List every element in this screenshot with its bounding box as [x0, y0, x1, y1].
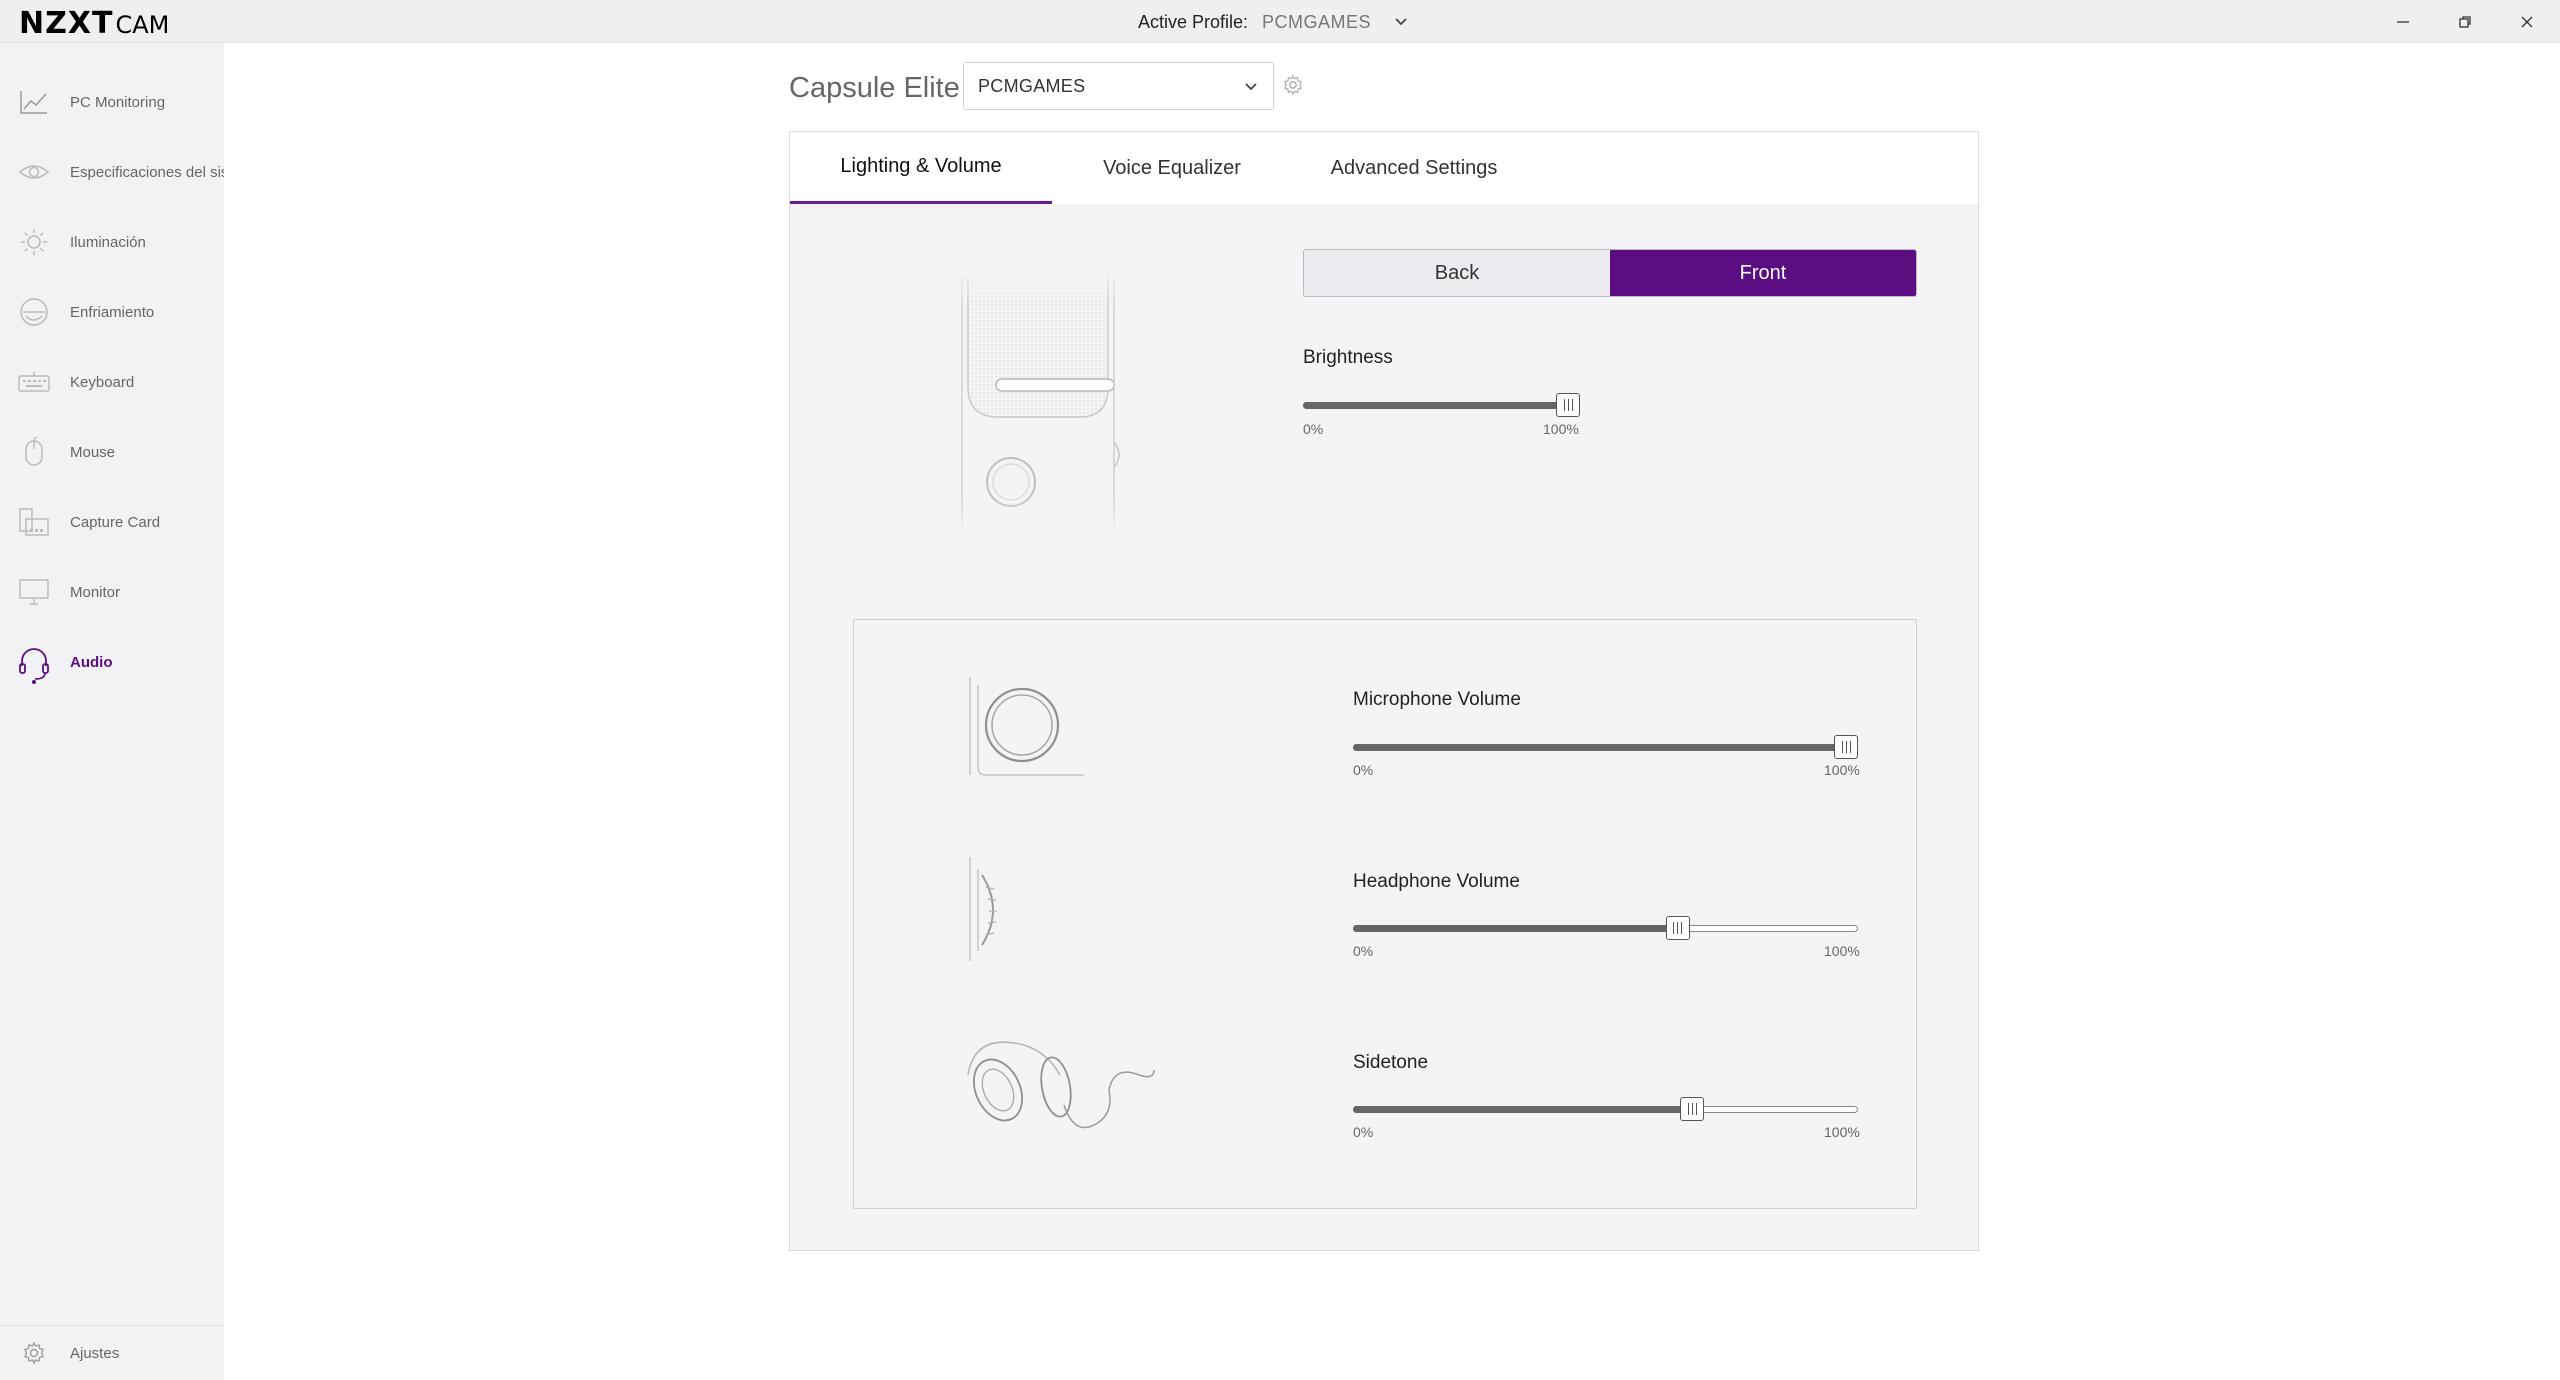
nzxt-cam-logo: NZXT CAM: [19, 6, 170, 41]
light-side-toggle: Back Front: [1303, 249, 1917, 297]
sidebar-item-monitor[interactable]: Monitor: [0, 569, 224, 615]
active-profile-dropdown[interactable]: Active Profile: PCMGAMES: [1138, 10, 1411, 34]
gear-icon: [18, 1338, 50, 1368]
profile-select-value: PCMGAMES: [978, 76, 1086, 96]
device-panel: Lighting & Volume Voice Equalizer Advanc…: [789, 131, 1979, 1251]
brightness-min-label: 0%: [1303, 421, 1324, 437]
keyboard-icon: [18, 367, 50, 397]
tab-advanced-settings[interactable]: Advanced Settings: [1292, 132, 1536, 204]
slider-fill: [1353, 1106, 1693, 1113]
active-profile-label: Active Profile:: [1138, 11, 1249, 32]
back-button[interactable]: Back: [1304, 250, 1610, 296]
brightness-label: Brightness: [1303, 347, 1393, 368]
headset-icon: [18, 647, 50, 684]
microphone-knob-illustration: [969, 677, 1084, 776]
close-icon: [2521, 16, 2533, 28]
sidetone-slider[interactable]: [1353, 1094, 1858, 1124]
brightness-max-label: 100%: [1543, 421, 1579, 437]
sidebar-item-capture-card[interactable]: Capture Card: [0, 499, 224, 545]
sidebar-item-system-specs[interactable]: Especificaciones del sistema: [0, 149, 224, 195]
microphone-illustration: [910, 267, 1140, 537]
sidebar-item-audio[interactable]: Audio: [0, 639, 224, 685]
slider-thumb[interactable]: [1834, 735, 1858, 759]
chevron-down-icon: [1245, 83, 1257, 91]
sidebar-item-label: Keyboard: [70, 373, 135, 391]
sidebar-item-mouse[interactable]: Mouse: [0, 429, 224, 475]
active-profile-value: PCMGAMES: [1262, 11, 1372, 32]
sidetone-label: Sidetone: [1353, 1052, 1429, 1073]
sun-icon: [18, 227, 50, 257]
sidebar-item-label: Audio: [70, 653, 113, 671]
microphone-volume-slider[interactable]: [1353, 732, 1858, 762]
fan-icon: [18, 297, 50, 327]
line-chart-icon: [18, 87, 50, 117]
slider-fill: [1353, 925, 1678, 932]
slider-thumb[interactable]: [1665, 916, 1690, 940]
tab-voice-equalizer[interactable]: Voice Equalizer: [1052, 132, 1292, 204]
profile-select[interactable]: PCMGAMES: [963, 62, 1274, 110]
volume-card: Microphone Volume 0% 100% Headphone Volu…: [853, 619, 1917, 1209]
front-button[interactable]: Front: [1610, 250, 1916, 296]
brightness-slider[interactable]: [1303, 390, 1580, 420]
headphones-illustration: [967, 1041, 1155, 1129]
capture-card-icon: [18, 507, 50, 537]
headphone-wheel-illustration: [969, 857, 997, 961]
sidebar-item-cooling[interactable]: Enfriamiento: [0, 289, 224, 335]
sidebar-item-label: Enfriamiento: [70, 303, 155, 321]
tab-lighting-volume[interactable]: Lighting & Volume: [790, 132, 1052, 204]
gear-icon[interactable]: [1282, 74, 1304, 96]
sidebar-item-pc-monitoring[interactable]: PC Monitoring: [0, 79, 224, 125]
sidebar-item-lighting[interactable]: Iluminación: [0, 219, 224, 265]
title-bar: NZXT CAM Active Profile: PCMGAMES: [0, 0, 2560, 43]
minimize-icon: [2397, 21, 2409, 23]
sidebar-item-label: Iluminación: [70, 233, 146, 251]
sidebar-item-label: Ajustes: [70, 1344, 120, 1362]
close-button[interactable]: [2513, 8, 2541, 36]
sidebar-item-label: Capture Card: [70, 513, 161, 531]
sidetone-min-label: 0%: [1353, 1124, 1374, 1140]
headphone-max-label: 100%: [1824, 943, 1860, 959]
sidebar-item-label: Monitor: [70, 583, 121, 601]
sidetone-max-label: 100%: [1824, 1124, 1860, 1140]
headphone-volume-label: Headphone Volume: [1353, 871, 1520, 892]
slider-thumb[interactable]: [1680, 1097, 1705, 1121]
headphone-volume-slider[interactable]: [1353, 913, 1858, 943]
eye-icon: [18, 157, 50, 187]
logo-sub: CAM: [115, 11, 170, 39]
sidebar-item-label: Especificaciones del sistema: [70, 163, 224, 181]
mouse-icon: [18, 437, 50, 467]
chevron-down-icon: [1395, 18, 1407, 26]
slider-thumb[interactable]: [1556, 393, 1580, 417]
sidebar-divider: [0, 1325, 224, 1326]
microphone-max-label: 100%: [1824, 762, 1860, 778]
restore-icon: [2459, 16, 2471, 28]
slider-fill: [1303, 402, 1568, 409]
restore-button[interactable]: [2451, 8, 2479, 36]
slider-fill: [1353, 744, 1846, 751]
microphone-volume-label: Microphone Volume: [1353, 689, 1521, 710]
sidebar-item-settings[interactable]: Ajustes: [0, 1330, 224, 1376]
tab-bar: Lighting & Volume Voice Equalizer Advanc…: [790, 132, 1978, 204]
device-title: Capsule Elite: [789, 72, 960, 104]
logo-main: NZXT: [19, 6, 114, 41]
sidebar: PC Monitoring Especificaciones del siste…: [0, 43, 224, 1380]
minimize-button[interactable]: [2389, 8, 2417, 36]
microphone-min-label: 0%: [1353, 762, 1374, 778]
sidebar-item-label: PC Monitoring: [70, 93, 166, 111]
headphone-min-label: 0%: [1353, 943, 1374, 959]
sidebar-item-keyboard[interactable]: Keyboard: [0, 359, 224, 405]
monitor-icon: [18, 577, 50, 607]
sidebar-item-label: Mouse: [70, 443, 116, 461]
